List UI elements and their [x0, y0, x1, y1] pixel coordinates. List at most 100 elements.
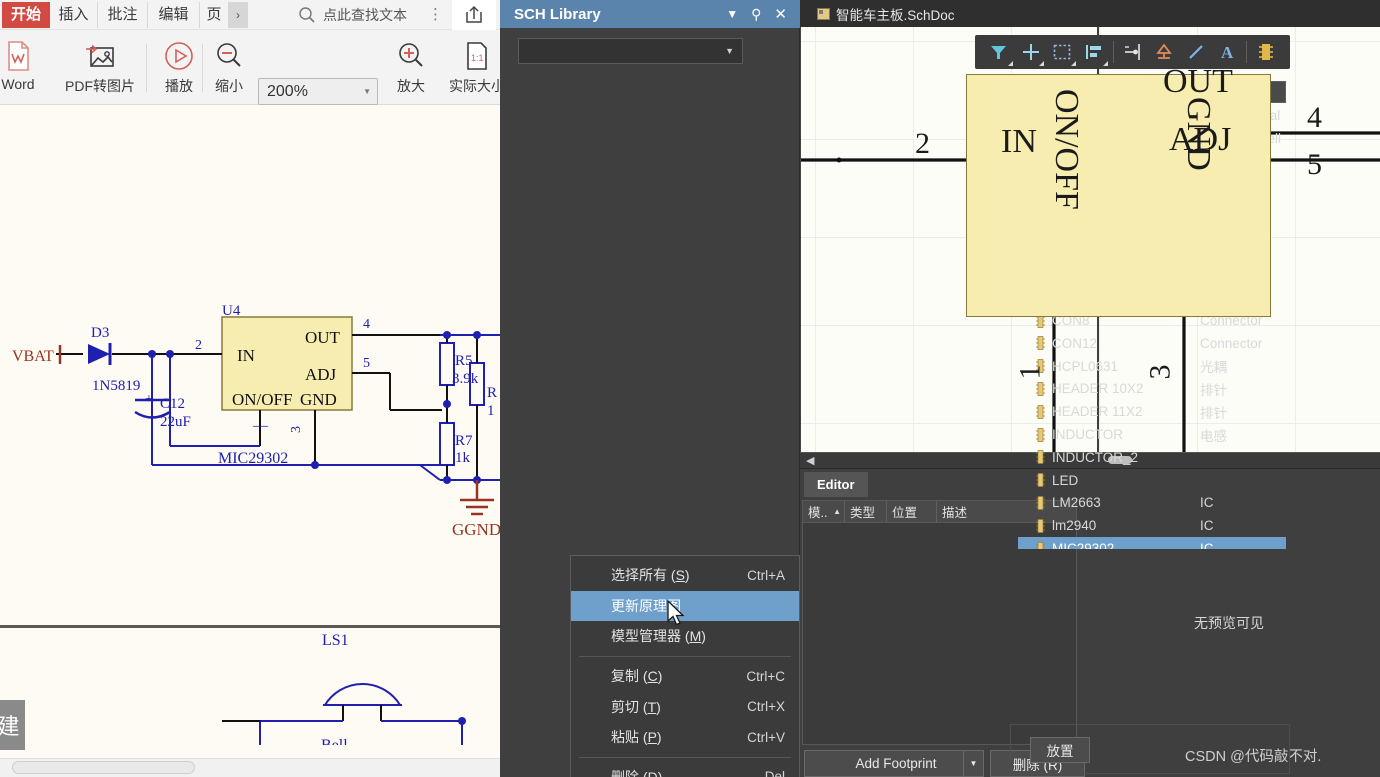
svg-text:1k: 1k [455, 450, 471, 466]
svg-text:+: + [145, 392, 153, 407]
panel-title: SCH Library [514, 5, 601, 23]
align-icon[interactable] [1078, 37, 1110, 67]
chevron-down-icon[interactable]: ▼ [963, 751, 983, 776]
pin-label-in: IN [1001, 123, 1037, 160]
place-part-icon[interactable] [1250, 37, 1282, 67]
svg-text:U4: U4 [222, 303, 241, 319]
column-header-position[interactable]: 位置 [887, 501, 937, 522]
svg-text:1: 1 [487, 403, 495, 419]
place-pin-icon[interactable] [1117, 37, 1149, 67]
zoom-level-value: 200% [267, 82, 308, 100]
toolbar-zoom-in-label: 放大 [397, 78, 425, 94]
pdf-more-options-icon[interactable]: ⋮ [428, 4, 443, 26]
rectangle-select-icon[interactable] [1046, 37, 1078, 67]
pin-icon[interactable]: ⚲ [751, 6, 761, 23]
svg-text:LS1: LS1 [322, 632, 349, 649]
pdf-page-view[interactable]: U4 D3 1N5819 C12 22uF 2 4 5 3 — + MIC293… [0, 105, 500, 745]
list-item-description: IC [1200, 541, 1214, 549]
menu-item[interactable]: 剪切 (T) Ctrl+X [571, 691, 799, 722]
add-footprint-button[interactable]: Add Footprint ▼ [804, 750, 984, 777]
toolbar-actual-size[interactable]: 1:1 实际大小 [440, 36, 500, 96]
screen-root: U4 D3 1N5819 C12 22uF 2 4 5 3 — + MIC293… [0, 0, 1380, 777]
toolbar-word-export[interactable]: Word [0, 36, 50, 92]
document-tab-schdoc[interactable]: 智能车主板.SchDoc [808, 0, 964, 27]
pdf-tab-edit[interactable]: 编辑 [148, 2, 200, 28]
list-item-description: Connector [1200, 335, 1263, 351]
place-component-button[interactable]: 放置 [1030, 737, 1090, 763]
symbol-body-rectangle[interactable] [966, 74, 1271, 317]
column-label-model: 模.. [808, 506, 828, 520]
list-item[interactable]: MIC29302 IC [1018, 537, 1286, 549]
list-item-name: HCPL0631 [1052, 358, 1119, 374]
pdf-tab-page[interactable]: 页 [200, 2, 228, 28]
toolbar-pdf-to-image-label: PDF转图片 [65, 78, 135, 94]
library-context-menu: 选择所有 (S) Ctrl+A 更新原理图 模型管理器 (M) 复制 (C) Ctrl+C… [570, 555, 800, 777]
menu-item[interactable]: 复制 (C) Ctrl+C [571, 661, 799, 692]
pdf-search-area[interactable]: 点此查找文本 [298, 4, 407, 26]
svg-text:GND: GND [300, 390, 337, 409]
library-filter-combo[interactable]: ▼ [518, 38, 743, 64]
add-footprint-label: Add Footprint [855, 756, 937, 771]
pin-number-4: 4 [1307, 101, 1322, 134]
list-item-description: IC [1200, 518, 1214, 534]
symbol-editor-toolbar: A [975, 35, 1290, 69]
chevron-down-icon[interactable]: ▼ [726, 7, 738, 21]
place-ground-icon[interactable] [1148, 37, 1180, 67]
pdf-scrollbar-thumb[interactable] [12, 761, 195, 774]
component-icon [1036, 473, 1045, 487]
svg-text:3.9k: 3.9k [452, 371, 479, 387]
svg-text:5: 5 [363, 356, 370, 371]
list-item-name: INDUCTOR_2 [1052, 449, 1139, 465]
list-item[interactable]: HEADER 11X2 排针 [1018, 400, 1286, 423]
pdf-to-image-icon [58, 36, 142, 76]
svg-text:22uF: 22uF [160, 414, 191, 430]
scroll-left-arrow-icon[interactable]: ◀ [806, 454, 814, 467]
toolbar-word-label: Word [1, 76, 35, 92]
svg-text:2: 2 [195, 338, 202, 353]
svg-text:R5: R5 [455, 353, 473, 369]
toolbar-zoom-in[interactable]: 放大 [380, 36, 442, 96]
menu-item[interactable]: 删除 (D) Del [571, 762, 799, 777]
pdf-side-tag[interactable]: 建 [0, 700, 25, 750]
svg-text:A: A [1221, 43, 1234, 61]
list-item[interactable]: lm2940 IC [1018, 514, 1286, 537]
svg-text:R7: R7 [455, 433, 473, 449]
chevron-down-icon: ▼ [363, 87, 371, 96]
tab-editor[interactable]: Editor [804, 472, 868, 497]
mouse-cursor-icon [667, 600, 685, 626]
component-icon [1036, 496, 1045, 510]
menu-item[interactable]: 粘贴 (P) Ctrl+V [571, 722, 799, 753]
menu-item[interactable]: 选择所有 (S) Ctrl+A [571, 560, 799, 591]
place-line-icon[interactable] [1180, 37, 1212, 67]
close-icon[interactable]: ✕ [774, 5, 787, 23]
pdf-tab-start[interactable]: 开始 [2, 2, 50, 28]
pdf-tab-overflow-chevron[interactable]: › [228, 2, 248, 28]
list-item[interactable]: HEADER 10X2 排针 [1018, 378, 1286, 401]
list-item-name: LM2663 [1052, 495, 1101, 511]
list-item[interactable]: CON12 Connector [1018, 332, 1286, 355]
sort-asc-icon: ▲ [833, 507, 841, 516]
place-crosshair-icon[interactable] [1015, 37, 1047, 67]
pdf-tab-insert[interactable]: 插入 [50, 2, 98, 28]
svg-text:1:1: 1:1 [471, 53, 484, 63]
zoom-level-combo[interactable]: 200% ▼ [258, 78, 378, 105]
pdf-tab-comment[interactable]: 批注 [98, 2, 148, 28]
list-item[interactable]: LED [1018, 469, 1286, 492]
filter-icon[interactable] [983, 37, 1015, 67]
component-icon [1036, 518, 1045, 533]
svg-text:1N5819: 1N5819 [92, 378, 140, 394]
component-icon [1036, 336, 1045, 351]
share-icon [466, 5, 482, 23]
list-item[interactable]: INDUCTOR_2 [1018, 446, 1286, 469]
list-item[interactable]: INDUCTOR 电感 [1018, 423, 1286, 446]
column-header-model[interactable]: 模.. ▲ [803, 501, 845, 522]
toolbar-zoom-out[interactable]: 缩小 [198, 36, 260, 96]
place-text-icon[interactable]: A [1212, 37, 1244, 67]
chevron-down-icon[interactable]: ▼ [725, 46, 734, 56]
column-header-type[interactable]: 类型 [845, 501, 887, 522]
component-icon [1036, 541, 1045, 549]
pdf-share-button[interactable] [452, 0, 496, 30]
list-item-name: lm2940 [1052, 518, 1097, 534]
list-item[interactable]: LM2663 IC [1018, 492, 1286, 515]
toolbar-pdf-to-image[interactable]: PDF转图片 [58, 36, 142, 96]
